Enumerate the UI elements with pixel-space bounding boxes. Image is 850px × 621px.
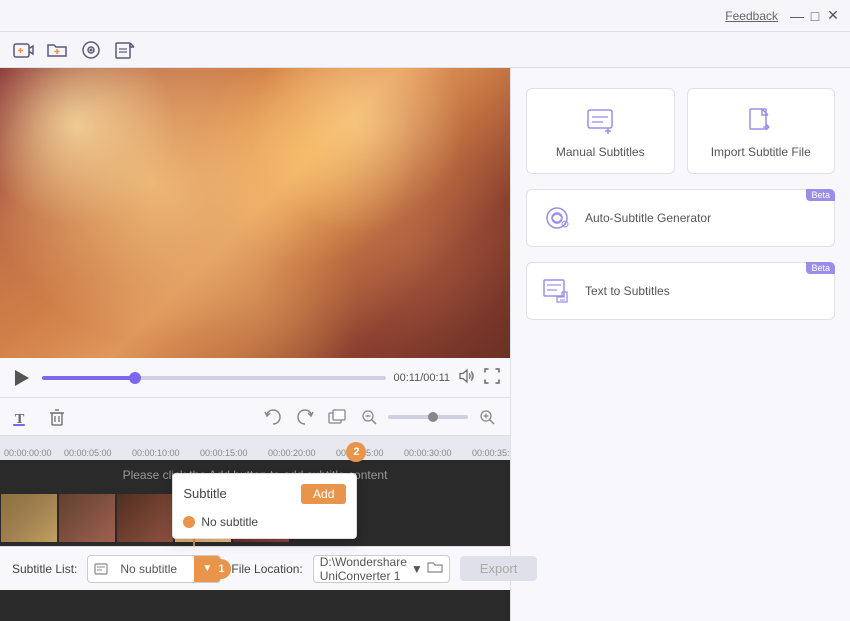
auto-subtitle-option[interactable]: Beta Auto-Subtitle Generator	[526, 189, 835, 247]
zoom-slider[interactable]	[388, 415, 468, 419]
subtitle-options-row: Manual Subtitles Import Subtitle File	[526, 88, 835, 174]
text-to-subtitle-icon	[541, 275, 573, 307]
ruler-label-0: 00:00:00:00	[4, 448, 52, 458]
delete-icon[interactable]	[44, 404, 70, 430]
subtitle-list-label: Subtitle List:	[12, 562, 77, 576]
main-toolbar	[0, 32, 850, 68]
right-panel: Manual Subtitles Import Subtitle File Be…	[510, 68, 850, 621]
ruler-label-2: 00:00:10:00	[132, 448, 180, 458]
file-location-path: D:\Wondershare UniConverter 1	[320, 555, 407, 583]
edit-left-tools: T	[10, 404, 70, 430]
auto-subtitle-beta-badge: Beta	[806, 189, 835, 201]
progress-fill	[42, 376, 135, 380]
film-thumb-1	[1, 494, 57, 542]
ruler-label-3: 00:00:15:00	[200, 448, 248, 458]
volume-icon[interactable]	[458, 368, 476, 387]
file-location-chevron: ▼	[411, 562, 423, 576]
dropdown-header: Subtitle Add	[173, 478, 356, 510]
film-thumb-3	[117, 494, 173, 542]
file-location-select[interactable]: D:\Wondershare UniConverter 1 ▼	[313, 555, 450, 583]
no-subtitle-text: No subtitle	[114, 562, 194, 576]
radio-dot-icon	[183, 516, 195, 528]
manual-subtitles-option[interactable]: Manual Subtitles	[526, 88, 675, 174]
manual-subtitle-label: Manual Subtitles	[556, 145, 645, 159]
no-subtitle-item-label: No subtitle	[201, 515, 258, 529]
export-button[interactable]: Export	[460, 556, 538, 581]
screen-record-icon[interactable]	[78, 37, 104, 63]
auto-subtitle-icon	[541, 202, 573, 234]
add-video-icon[interactable]	[10, 37, 36, 63]
feedback-link[interactable]: Feedback	[725, 9, 778, 23]
fullscreen-icon[interactable]	[484, 368, 500, 387]
text-to-subtitle-option[interactable]: Beta Text to Subtitles	[526, 262, 835, 320]
playback-bar: 00:11/00:11	[0, 358, 510, 398]
restore-button[interactable]: □	[806, 7, 824, 25]
manual-subtitle-icon	[582, 103, 618, 139]
play-button[interactable]	[10, 366, 34, 390]
text-to-subtitle-label: Text to Subtitles	[585, 284, 670, 298]
folder-icon[interactable]	[427, 560, 443, 577]
time-display: 00:11/00:11	[394, 372, 450, 384]
file-location-label: File Location:	[231, 562, 302, 576]
ruler-label-6: 00:00:30:00	[404, 448, 452, 458]
dropdown-subtitle-label: Subtitle	[183, 486, 226, 501]
film-thumb-2	[59, 494, 115, 542]
play-triangle-icon	[15, 370, 29, 386]
edit-toolbar: T	[0, 398, 510, 436]
copy-tracks-icon[interactable]	[324, 404, 350, 430]
auto-subtitle-label: Auto-Subtitle Generator	[585, 211, 711, 225]
redo-icon[interactable]	[292, 404, 318, 430]
text-subtitle-beta-badge: Beta	[806, 262, 835, 274]
left-panel: 00:11/00:11	[0, 68, 510, 621]
import-subtitle-option[interactable]: Import Subtitle File	[687, 88, 836, 174]
dropdown-add-button[interactable]: Add	[301, 484, 346, 504]
video-bokeh	[0, 68, 510, 358]
ruler-label-4: 00:00:20:00	[268, 448, 316, 458]
import-icon[interactable]	[112, 37, 138, 63]
zoom-out-icon[interactable]	[356, 404, 382, 430]
badge-2: 2	[346, 442, 366, 462]
add-folder-icon[interactable]	[44, 37, 70, 63]
video-preview	[0, 68, 510, 358]
subtitle-icon	[88, 563, 114, 575]
subtitle-select[interactable]: No subtitle ▼	[87, 555, 221, 583]
text-tool-icon[interactable]: T	[10, 404, 36, 430]
main-layout: 00:11/00:11	[0, 68, 850, 621]
ruler-label-7: 00:00:35:00	[472, 448, 510, 458]
dropdown-no-subtitle-item[interactable]: No subtitle	[173, 510, 356, 534]
zoom-in-icon[interactable]	[474, 404, 500, 430]
zoom-thumb	[428, 412, 438, 422]
subtitle-dropdown-menu: Subtitle Add No subtitle 2	[172, 473, 357, 539]
minimize-button[interactable]: —	[788, 7, 806, 25]
edit-right-tools	[260, 404, 500, 430]
title-bar: Feedback — □ ✕	[0, 0, 850, 32]
import-subtitle-icon	[743, 103, 779, 139]
subtitle-select-container: No subtitle ▼ 1 Subtitle Add No subtitle…	[87, 555, 221, 583]
progress-bar[interactable]	[42, 376, 386, 380]
close-button[interactable]: ✕	[824, 7, 842, 25]
progress-thumb	[129, 372, 141, 384]
timeline-ruler: 00:00:00:00 00:00:05:00 00:00:10:00 00:0…	[0, 436, 510, 460]
subtitle-bar: Subtitle List: No subtitle ▼ 1	[0, 546, 510, 590]
badge-1: 1	[211, 559, 231, 579]
import-subtitle-label: Import Subtitle File	[711, 145, 811, 159]
undo-icon[interactable]	[260, 404, 286, 430]
ruler-label-1: 00:00:05:00	[64, 448, 112, 458]
